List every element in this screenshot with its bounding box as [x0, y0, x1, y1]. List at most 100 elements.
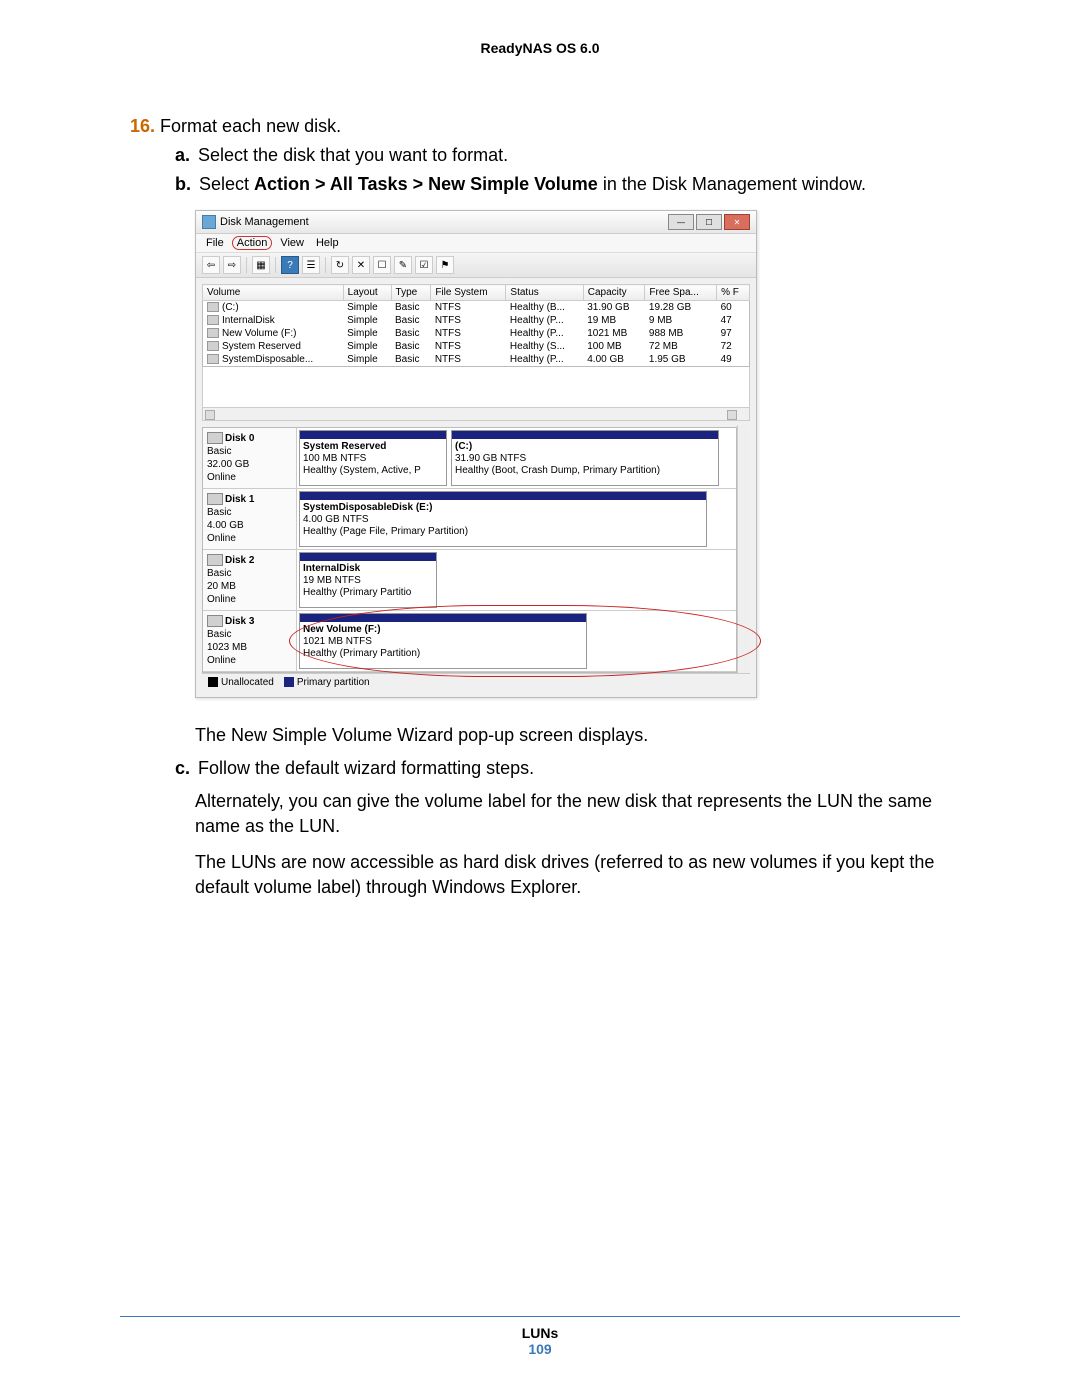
maximize-button[interactable]: ☐: [696, 214, 722, 230]
disk-pane[interactable]: Disk 3Basic1023 MBOnlineNew Volume (F:)1…: [203, 611, 736, 672]
partition[interactable]: (C:)31.90 GB NTFSHealthy (Boot, Crash Du…: [451, 430, 719, 486]
column-header[interactable]: Free Spa...: [645, 285, 717, 301]
cell-text: 19.28 GB: [649, 302, 691, 313]
disk-info: Disk 1Basic4.00 GBOnline: [203, 489, 297, 549]
step-text: Format each new disk.: [160, 116, 341, 136]
forward-icon[interactable]: ⇨: [223, 256, 241, 274]
column-header[interactable]: Type: [391, 285, 431, 301]
cell-text: Healthy (P...: [510, 315, 564, 326]
column-header[interactable]: Volume: [203, 285, 344, 301]
partition[interactable]: New Volume (F:)1021 MB NTFSHealthy (Prim…: [299, 613, 587, 669]
column-header[interactable]: % F: [717, 285, 750, 301]
delete-icon[interactable]: ✕: [352, 256, 370, 274]
table-row[interactable]: New Volume (F:) Simple Basic NTFS Healthy (P…: [203, 327, 750, 340]
footer-page-number: 109: [120, 1341, 960, 1357]
legend-primary: Primary partition: [297, 677, 370, 688]
disk-panes: Disk 0Basic32.00 GBOnlineSystem Reserved…: [202, 427, 737, 673]
menu-view[interactable]: View: [276, 236, 308, 250]
cell-text: 1.95 GB: [649, 354, 686, 365]
partition[interactable]: InternalDisk19 MB NTFSHealthy (Primary P…: [299, 552, 437, 608]
table-row[interactable]: InternalDisk Simple Basic NTFS Healthy (P...…: [203, 314, 750, 327]
cell-text: 4.00 GB: [587, 354, 624, 365]
action2-icon[interactable]: ☑: [415, 256, 433, 274]
table-row[interactable]: SystemDisposable...SimpleBasicNTFSHealth…: [203, 353, 750, 367]
volume-table[interactable]: VolumeLayoutTypeFile SystemStatusCapacit…: [202, 284, 750, 367]
refresh-icon[interactable]: ↻: [331, 256, 349, 274]
props-icon[interactable]: ☐: [373, 256, 391, 274]
cell-text: SystemDisposable...: [222, 354, 313, 365]
cell-text: Basic: [395, 354, 419, 365]
substep-c: c.Follow the default wizard formatting s…: [175, 758, 960, 779]
disk-pane[interactable]: Disk 0Basic32.00 GBOnlineSystem Reserved…: [203, 428, 736, 489]
cell-text: 72: [721, 341, 732, 352]
after-c-text-2: The LUNs are now accessible as hard disk…: [195, 850, 960, 900]
partition[interactable]: SystemDisposableDisk (E:)4.00 GB NTFSHea…: [299, 491, 707, 547]
menu-action[interactable]: Action: [232, 236, 273, 250]
column-header[interactable]: Layout: [343, 285, 391, 301]
cell-text: InternalDisk: [222, 315, 275, 326]
window-titlebar: Disk Management — ☐ ✕: [196, 211, 756, 234]
list-icon[interactable]: ☰: [302, 256, 320, 274]
back-icon[interactable]: ⇦: [202, 256, 220, 274]
sub-b-pre: Select: [199, 174, 254, 194]
sub-b-post: in the Disk Management window.: [598, 174, 866, 194]
disk-partitions: InternalDisk19 MB NTFSHealthy (Primary P…: [297, 550, 736, 610]
cell-text: 49: [721, 354, 732, 365]
table-row[interactable]: (C:)SimpleBasicNTFSHealthy (B...31.90 GB…: [203, 301, 750, 315]
cell-text: System Reserved: [222, 341, 301, 352]
cell-text: Healthy (P...: [510, 328, 564, 339]
cell-text: Simple: [347, 302, 378, 313]
column-header[interactable]: Status: [506, 285, 583, 301]
cell-text: 100 MB: [587, 341, 621, 352]
menu-file[interactable]: File: [202, 236, 228, 250]
cell-text: 19 MB: [587, 315, 616, 326]
cell-text: Simple: [347, 328, 378, 339]
horizontal-scrollbar[interactable]: [202, 408, 750, 421]
disk-icon: [207, 615, 223, 627]
volume-icon: [207, 315, 219, 325]
volume-icon: [207, 302, 219, 312]
footer-section: LUNs: [120, 1325, 960, 1341]
minimize-button[interactable]: —: [668, 214, 694, 230]
cell-text: New Volume (F:): [222, 328, 296, 339]
step-number: 16.: [130, 116, 155, 136]
window-icon: [202, 215, 216, 229]
cell-text: 72 MB: [649, 341, 678, 352]
view-icon[interactable]: ▦: [252, 256, 270, 274]
menu-help[interactable]: Help: [312, 236, 343, 250]
cell-text: Basic: [395, 341, 419, 352]
cell-text: Basic: [395, 328, 419, 339]
cell-text: Basic: [395, 315, 419, 326]
toolbar: ⇦ ⇨ ▦ ? ☰ ↻ ✕ ☐ ✎ ☑ ⚑: [196, 253, 756, 278]
page-footer: LUNs 109: [120, 1316, 960, 1357]
disk-info: Disk 2Basic20 MBOnline: [203, 550, 297, 610]
cell-text: (C:): [222, 302, 239, 313]
cell-text: Simple: [347, 354, 378, 365]
cell-text: Simple: [347, 315, 378, 326]
column-header[interactable]: Capacity: [583, 285, 645, 301]
cell-text: Healthy (S...: [510, 341, 565, 352]
partition[interactable]: System Reserved100 MB NTFSHealthy (Syste…: [299, 430, 447, 486]
sub-c-letter: c.: [175, 758, 190, 778]
substep-b: b.Select Action > All Tasks > New Simple…: [175, 174, 960, 195]
close-button[interactable]: ✕: [724, 214, 750, 230]
vertical-scrollbar[interactable]: [737, 425, 750, 673]
disk-management-window: Disk Management — ☐ ✕ File Action View H…: [195, 210, 757, 698]
help-icon[interactable]: ?: [281, 256, 299, 274]
column-header[interactable]: File System: [431, 285, 506, 301]
volume-icon: [207, 354, 219, 364]
cell-text: NTFS: [435, 302, 461, 313]
action1-icon[interactable]: ✎: [394, 256, 412, 274]
disk-pane[interactable]: Disk 1Basic4.00 GBOnlineSystemDisposable…: [203, 489, 736, 550]
menubar: File Action View Help: [196, 234, 756, 253]
cell-text: NTFS: [435, 315, 461, 326]
table-row[interactable]: System ReservedSimpleBasicNTFSHealthy (S…: [203, 340, 750, 353]
cell-text: 988 MB: [649, 328, 683, 339]
after-b-text: The New Simple Volume Wizard pop-up scre…: [195, 723, 960, 748]
action3-icon[interactable]: ⚑: [436, 256, 454, 274]
disk-info: Disk 0Basic32.00 GBOnline: [203, 428, 297, 488]
cell-text: NTFS: [435, 328, 461, 339]
disk-pane[interactable]: Disk 2Basic20 MBOnlineInternalDisk19 MB …: [203, 550, 736, 611]
sub-b-bold: Action > All Tasks > New Simple Volume: [254, 174, 598, 194]
page-header: ReadyNAS OS 6.0: [120, 40, 960, 56]
